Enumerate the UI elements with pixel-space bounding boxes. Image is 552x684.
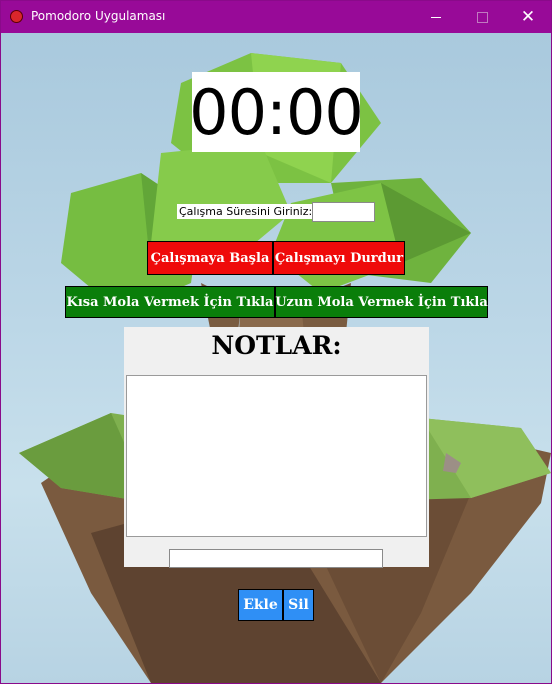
app-window: Pomodoro Uygulaması ✕ 00:00 Çalışma Süre… <box>0 0 552 684</box>
delete-note-button[interactable]: Sil <box>283 589 314 621</box>
notes-title: NOTLAR: <box>211 331 342 360</box>
long-break-button[interactable]: Uzun Mola Vermek İçin Tıkla <box>275 286 488 318</box>
start-work-button[interactable]: Çalışmaya Başla <box>147 241 273 275</box>
minimize-icon <box>431 16 441 18</box>
duration-label: Çalışma Süresini Giriniz: <box>177 204 315 219</box>
note-entry-input[interactable] <box>169 549 383 568</box>
maximize-button[interactable] <box>459 1 505 33</box>
minimize-button[interactable] <box>413 1 459 33</box>
timer-display: 00:00 <box>189 72 364 152</box>
maximize-icon <box>476 11 488 23</box>
duration-input[interactable] <box>312 202 375 222</box>
close-icon: ✕ <box>520 7 536 27</box>
window-title: Pomodoro Uygulaması <box>31 9 166 23</box>
notes-textarea[interactable] <box>126 375 427 537</box>
title-bar[interactable]: Pomodoro Uygulaması ✕ <box>1 1 551 33</box>
notes-panel: NOTLAR: <box>124 327 429 568</box>
add-note-button[interactable]: Ekle <box>238 589 283 621</box>
main-content: 00:00 Çalışma Süresini Giriniz: Çalışmay… <box>1 33 551 683</box>
stop-work-button[interactable]: Çalışmayı Durdur <box>273 241 405 275</box>
app-icon <box>10 10 23 23</box>
short-break-button[interactable]: Kısa Mola Vermek İçin Tıkla <box>65 286 275 318</box>
close-button[interactable]: ✕ <box>505 1 551 33</box>
